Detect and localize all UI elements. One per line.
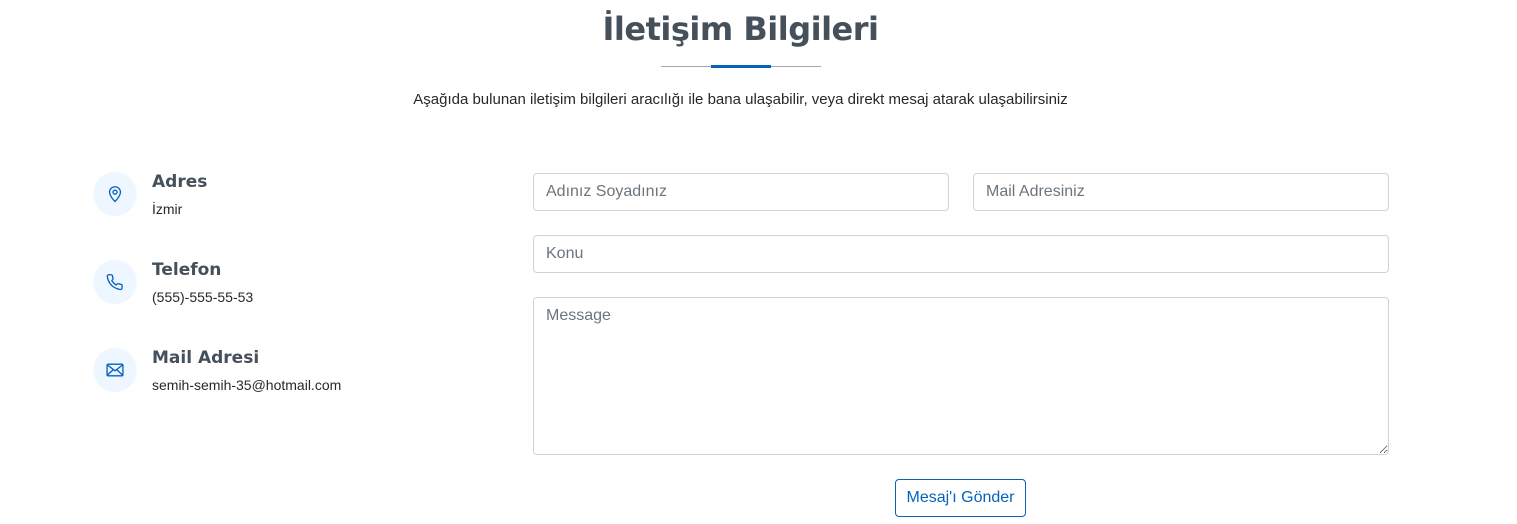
address-value: İzmir bbox=[152, 201, 183, 217]
section-description: Aşağıda bulunan iletişim bilgileri aracı… bbox=[413, 91, 1068, 108]
name-input[interactable] bbox=[533, 173, 949, 211]
phone-title: Telefon bbox=[152, 260, 222, 280]
message-textarea[interactable] bbox=[533, 297, 1389, 455]
map-pin-icon bbox=[93, 172, 137, 216]
info-phone: Telefon (555)-555-55-53 bbox=[93, 260, 473, 320]
phone-value: (555)-555-55-53 bbox=[152, 289, 254, 305]
email-value: semih-semih-35@hotmail.com bbox=[152, 377, 342, 393]
email-title: Mail Adresi bbox=[152, 348, 260, 368]
info-email: Mail Adresi semih-semih-35@hotmail.com bbox=[93, 348, 473, 408]
phone-icon bbox=[93, 260, 137, 304]
envelope-icon bbox=[93, 348, 137, 392]
address-title: Adres bbox=[152, 172, 208, 192]
page-title: İletişim Bilgileri bbox=[602, 10, 879, 48]
title-divider-accent bbox=[711, 65, 771, 68]
info-address: Adres İzmir bbox=[93, 172, 473, 232]
send-message-button[interactable]: Mesaj'ı Gönder bbox=[895, 479, 1026, 517]
email-input[interactable] bbox=[973, 173, 1389, 211]
subject-input[interactable] bbox=[533, 235, 1389, 273]
